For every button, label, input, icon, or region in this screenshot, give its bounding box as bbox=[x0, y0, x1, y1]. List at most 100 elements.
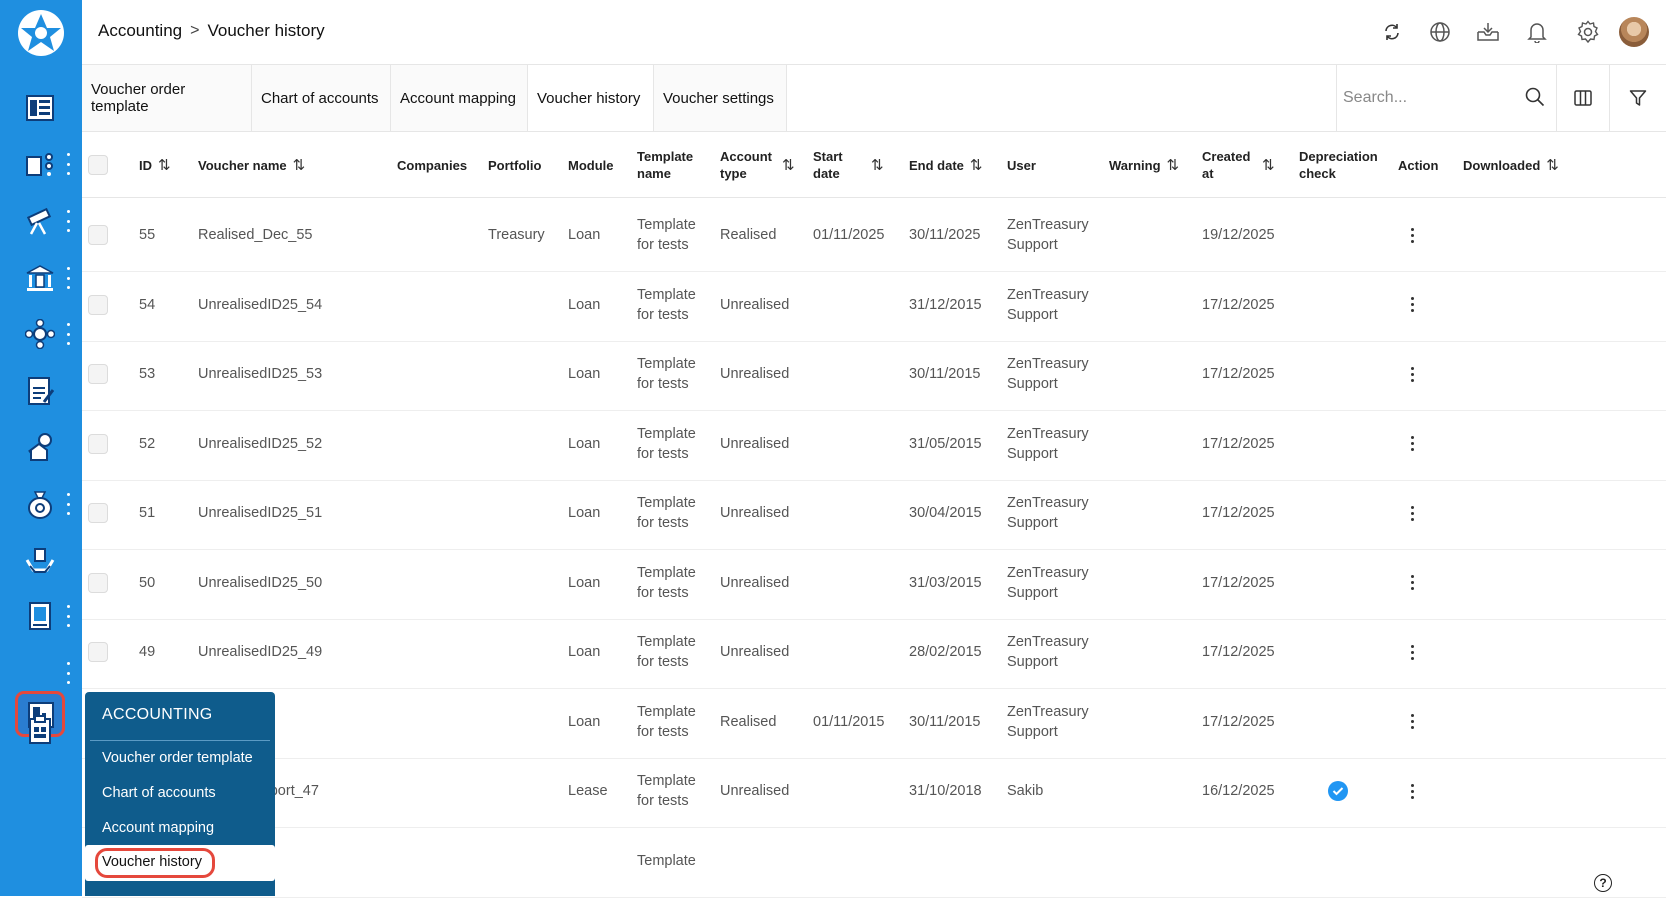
sidebar-more-icon[interactable] bbox=[64, 493, 72, 515]
sort-icon[interactable]: ⇅ bbox=[1262, 157, 1275, 174]
column-header-start-date[interactable]: Start date ⇅ bbox=[813, 132, 884, 198]
cell-user: ZenTreasury Support bbox=[1007, 425, 1089, 462]
breadcrumb-section[interactable]: Accounting bbox=[98, 21, 182, 41]
table-row[interactable]: 25_48LoanTemplate for testsRealised01/11… bbox=[82, 685, 1666, 759]
row-action-menu-icon[interactable] bbox=[1411, 685, 1414, 759]
column-header-id[interactable]: ID ⇅ bbox=[139, 132, 171, 198]
analytics-icon[interactable] bbox=[22, 146, 58, 182]
column-label: Created at bbox=[1202, 149, 1251, 181]
submenu-item-chart-of-accounts[interactable]: Chart of accounts bbox=[102, 785, 216, 801]
table-row[interactable]: 52 UnrealisedID25_52 Loan Template for test… bbox=[82, 407, 1666, 481]
search-icon[interactable] bbox=[1525, 87, 1545, 107]
sidebar-more-icon[interactable] bbox=[64, 210, 72, 232]
sort-icon[interactable]: ⇅ bbox=[970, 157, 983, 174]
row-action-menu-icon[interactable] bbox=[1411, 476, 1414, 550]
sidebar-more-icon[interactable] bbox=[64, 323, 72, 345]
sort-icon[interactable]: ⇅ bbox=[293, 157, 306, 174]
globe-icon[interactable] bbox=[1425, 17, 1455, 47]
table-row[interactable]: 49 UnrealisedID25_49 Loan Template for test… bbox=[82, 615, 1666, 689]
row-checkbox[interactable] bbox=[88, 546, 108, 620]
sort-icon[interactable]: ⇅ bbox=[871, 157, 884, 174]
column-header-action: Action bbox=[1398, 132, 1438, 198]
column-header-account-type[interactable]: Account type ⇅ bbox=[720, 132, 795, 198]
search-input[interactable] bbox=[1343, 85, 1513, 111]
sidebar-more-icon[interactable] bbox=[64, 605, 72, 627]
submenu-item-account-mapping[interactable]: Account mapping bbox=[102, 820, 214, 836]
submenu-item-voucher-history[interactable]: Voucher history bbox=[102, 854, 202, 870]
cell-template-name: Template for tests bbox=[637, 564, 696, 601]
bell-icon[interactable] bbox=[1522, 17, 1552, 47]
table-row[interactable]: 51 UnrealisedID25_51 Loan Template for test… bbox=[82, 476, 1666, 550]
sort-icon[interactable]: ⇅ bbox=[158, 157, 171, 174]
sidebar-more-icon[interactable] bbox=[64, 662, 72, 684]
bank-icon[interactable] bbox=[22, 260, 58, 296]
table-row[interactable]: 54 UnrealisedID25_54 Loan Template for test… bbox=[82, 268, 1666, 342]
row-checkbox[interactable] bbox=[88, 337, 108, 411]
bank-book-icon[interactable] bbox=[22, 598, 58, 634]
table-row[interactable]: hrealisedreport_47LeaseTemplate for test… bbox=[82, 754, 1666, 828]
row-action-menu-icon[interactable] bbox=[1411, 754, 1414, 828]
table-row[interactable]: Template bbox=[82, 824, 1666, 898]
row-action-menu-icon[interactable] bbox=[1411, 546, 1414, 620]
submenu-item-voucher-order-template[interactable]: Voucher order template bbox=[102, 750, 253, 766]
house-key-icon[interactable] bbox=[22, 429, 58, 465]
telescope-icon[interactable] bbox=[22, 203, 58, 239]
cell-start-date: 01/11/2025 bbox=[813, 227, 885, 243]
sort-icon[interactable]: ⇅ bbox=[782, 157, 795, 174]
tab-chart-of-accounts[interactable]: Chart of accounts bbox=[252, 65, 391, 131]
sidebar-more-icon[interactable] bbox=[64, 267, 72, 289]
cell-portfolio: Treasury bbox=[488, 227, 545, 243]
cell-user: ZenTreasury Support bbox=[1007, 356, 1089, 392]
column-header-voucher-name[interactable]: Voucher name ⇅ bbox=[198, 132, 305, 198]
tab-account-mapping[interactable]: Account mapping bbox=[391, 65, 528, 131]
column-header-downloaded[interactable]: Downloaded ⇅ bbox=[1463, 132, 1559, 198]
row-action-menu-icon[interactable] bbox=[1411, 198, 1414, 272]
avatar[interactable] bbox=[1619, 17, 1649, 47]
tab-voucher-settings[interactable]: Voucher settings bbox=[654, 65, 787, 131]
clipboard-icon[interactable] bbox=[22, 712, 58, 748]
invoice-icon[interactable] bbox=[22, 373, 58, 409]
row-action-menu-icon[interactable] bbox=[1411, 337, 1414, 411]
gear-icon[interactable] bbox=[1573, 17, 1603, 47]
cell-end-date: 31/12/2015 bbox=[909, 296, 982, 313]
filter-button[interactable] bbox=[1610, 65, 1666, 131]
column-label: Depreciation check bbox=[1299, 149, 1378, 181]
row-checkbox[interactable] bbox=[88, 198, 108, 272]
row-action-menu-icon[interactable] bbox=[1411, 268, 1414, 342]
cell-template-name: Template for tests bbox=[637, 356, 696, 392]
cell-created-at: 19/12/2025 bbox=[1202, 227, 1275, 243]
cell-voucher-name: Realised_Dec_55 bbox=[198, 227, 313, 243]
row-checkbox[interactable] bbox=[88, 476, 108, 550]
refresh-icon[interactable] bbox=[1377, 17, 1407, 47]
hand-building-icon[interactable] bbox=[22, 543, 58, 579]
money-bag-icon[interactable] bbox=[22, 486, 58, 522]
row-action-menu-icon[interactable] bbox=[1411, 407, 1414, 481]
table-row[interactable]: 53 UnrealisedID25_53 Loan Template for test… bbox=[82, 337, 1666, 411]
cell-start-date: 01/11/2015 bbox=[813, 713, 885, 730]
help-icon[interactable]: ? bbox=[1594, 874, 1612, 892]
download-tray-icon[interactable] bbox=[1473, 17, 1503, 47]
dashboard-icon[interactable] bbox=[22, 90, 58, 126]
table-row[interactable]: 50 UnrealisedID25_50 Loan Template for test… bbox=[82, 546, 1666, 620]
tab-voucher-order-template[interactable]: Voucher order template bbox=[82, 65, 252, 131]
sort-icon[interactable]: ⇅ bbox=[1546, 157, 1559, 174]
column-header-end-date[interactable]: End date ⇅ bbox=[909, 132, 982, 198]
network-icon[interactable] bbox=[22, 316, 58, 352]
row-checkbox[interactable] bbox=[88, 407, 108, 481]
column-header-created-at[interactable]: Created at ⇅ bbox=[1202, 132, 1275, 198]
tab-voucher-history[interactable]: Voucher history bbox=[528, 65, 654, 131]
column-header-warning[interactable]: Warning ⇅ bbox=[1109, 132, 1179, 198]
cell-created-at: 17/12/2025 bbox=[1202, 644, 1275, 660]
table-row[interactable]: 55 Realised_Dec_55 Treasury Loan Template fo… bbox=[82, 198, 1666, 272]
cell-user: ZenTreasury Support bbox=[1007, 634, 1089, 670]
row-checkbox[interactable] bbox=[88, 268, 108, 342]
cell-voucher-name: UnrealisedID25_49 bbox=[198, 644, 323, 660]
app-logo[interactable] bbox=[14, 6, 68, 60]
cell-created-at: 17/12/2025 bbox=[1202, 366, 1275, 382]
sidebar-more-icon[interactable] bbox=[64, 153, 72, 175]
columns-button[interactable] bbox=[1557, 65, 1610, 131]
row-action-menu-icon[interactable] bbox=[1411, 615, 1414, 689]
select-all-checkbox[interactable] bbox=[88, 132, 108, 198]
row-checkbox[interactable] bbox=[88, 615, 108, 689]
sort-icon[interactable]: ⇅ bbox=[1167, 157, 1180, 174]
